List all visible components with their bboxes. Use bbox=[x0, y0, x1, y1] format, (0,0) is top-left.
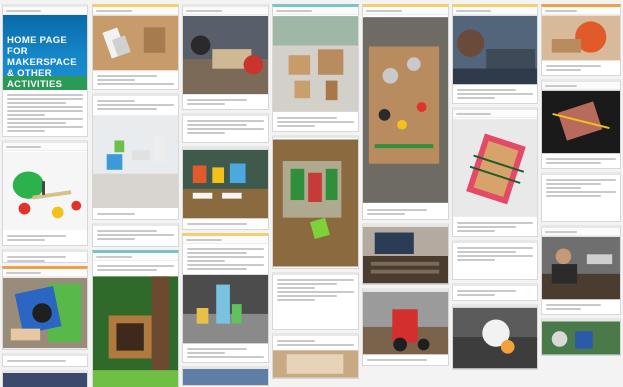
post-card[interactable] bbox=[541, 318, 621, 356]
post-card[interactable] bbox=[2, 140, 88, 246]
post-image-video-call bbox=[453, 15, 537, 85]
post-image-birdhouse bbox=[93, 276, 178, 387]
post-image-bottle-project bbox=[183, 274, 268, 344]
post-image-wood-blocks bbox=[93, 15, 178, 71]
post-image-cardboard-city bbox=[273, 16, 358, 112]
post-card[interactable] bbox=[92, 250, 179, 387]
post-card[interactable] bbox=[362, 223, 449, 285]
post-card[interactable] bbox=[2, 353, 88, 367]
hero-line-2: MAKERSPACE bbox=[7, 57, 77, 68]
hero-line-1: HOME PAGE FOR bbox=[7, 35, 68, 57]
post-card[interactable] bbox=[541, 225, 621, 315]
board-column-7 bbox=[541, 4, 621, 356]
post-image-balloon-car bbox=[3, 151, 87, 231]
post-card[interactable] bbox=[182, 113, 269, 143]
post-card[interactable] bbox=[272, 4, 359, 132]
board-column-3 bbox=[182, 4, 269, 386]
hero-title: HOME PAGE FOR MAKERSPACE & OTHER ACTIVIT… bbox=[7, 35, 87, 90]
post-image-adult-building bbox=[542, 236, 620, 300]
post-image-dollhouse-furniture bbox=[93, 115, 178, 208]
post-image-lego-display bbox=[183, 149, 268, 219]
post-image-workshop bbox=[183, 15, 268, 95]
post-card[interactable] bbox=[182, 233, 269, 363]
post-body bbox=[3, 90, 87, 136]
post-image-motorcycle bbox=[363, 291, 448, 355]
post-image-tv-shelf bbox=[363, 226, 448, 284]
post-card[interactable]: HOME PAGE FOR MAKERSPACE & OTHER ACTIVIT… bbox=[2, 4, 88, 137]
post-card[interactable] bbox=[182, 146, 269, 230]
post-header bbox=[3, 7, 87, 15]
board-column-1: HOME PAGE FOR MAKERSPACE & OTHER ACTIVIT… bbox=[2, 4, 88, 387]
board-column-2 bbox=[92, 4, 179, 387]
post-image-circuit-board bbox=[363, 17, 448, 203]
post-card[interactable] bbox=[452, 283, 538, 301]
post-card[interactable] bbox=[2, 370, 88, 387]
board-column-6 bbox=[452, 4, 538, 370]
post-card[interactable] bbox=[272, 135, 359, 269]
post-card[interactable] bbox=[2, 249, 88, 263]
post-card[interactable] bbox=[272, 272, 359, 330]
post-card[interactable] bbox=[541, 4, 621, 76]
post-card[interactable] bbox=[92, 93, 179, 220]
post-image-can-tower bbox=[273, 139, 358, 267]
post-image-outdoor-kids bbox=[542, 321, 620, 355]
post-card[interactable] bbox=[452, 240, 538, 280]
post-card[interactable] bbox=[452, 107, 538, 237]
post-card[interactable] bbox=[272, 333, 359, 379]
post-card[interactable] bbox=[362, 4, 449, 220]
post-image-woodwork bbox=[273, 350, 358, 378]
post-card[interactable] bbox=[182, 4, 269, 110]
hero-line-3: & OTHER ACTIVITIES bbox=[7, 68, 63, 90]
post-card[interactable] bbox=[452, 4, 538, 104]
post-image-foosball bbox=[453, 119, 537, 217]
post-card[interactable] bbox=[452, 304, 538, 370]
board-column-5 bbox=[362, 4, 449, 366]
post-image-hand-sticks bbox=[542, 90, 620, 154]
post-image-cardboard-target bbox=[3, 277, 87, 349]
post-card[interactable] bbox=[182, 366, 269, 386]
post-card[interactable] bbox=[2, 266, 88, 350]
post-card[interactable] bbox=[362, 288, 449, 366]
hero-banner: HOME PAGE FOR MAKERSPACE & OTHER ACTIVIT… bbox=[3, 15, 87, 90]
post-card[interactable] bbox=[541, 79, 621, 169]
padlet-board: HOME PAGE FOR MAKERSPACE & OTHER ACTIVIT… bbox=[0, 0, 623, 387]
post-card[interactable] bbox=[92, 223, 179, 247]
post-card[interactable] bbox=[541, 172, 621, 222]
post-image-toy-figure bbox=[453, 307, 537, 369]
post-card[interactable] bbox=[92, 4, 179, 90]
board-column-4 bbox=[272, 4, 359, 379]
post-image-child-crafting bbox=[542, 15, 620, 61]
